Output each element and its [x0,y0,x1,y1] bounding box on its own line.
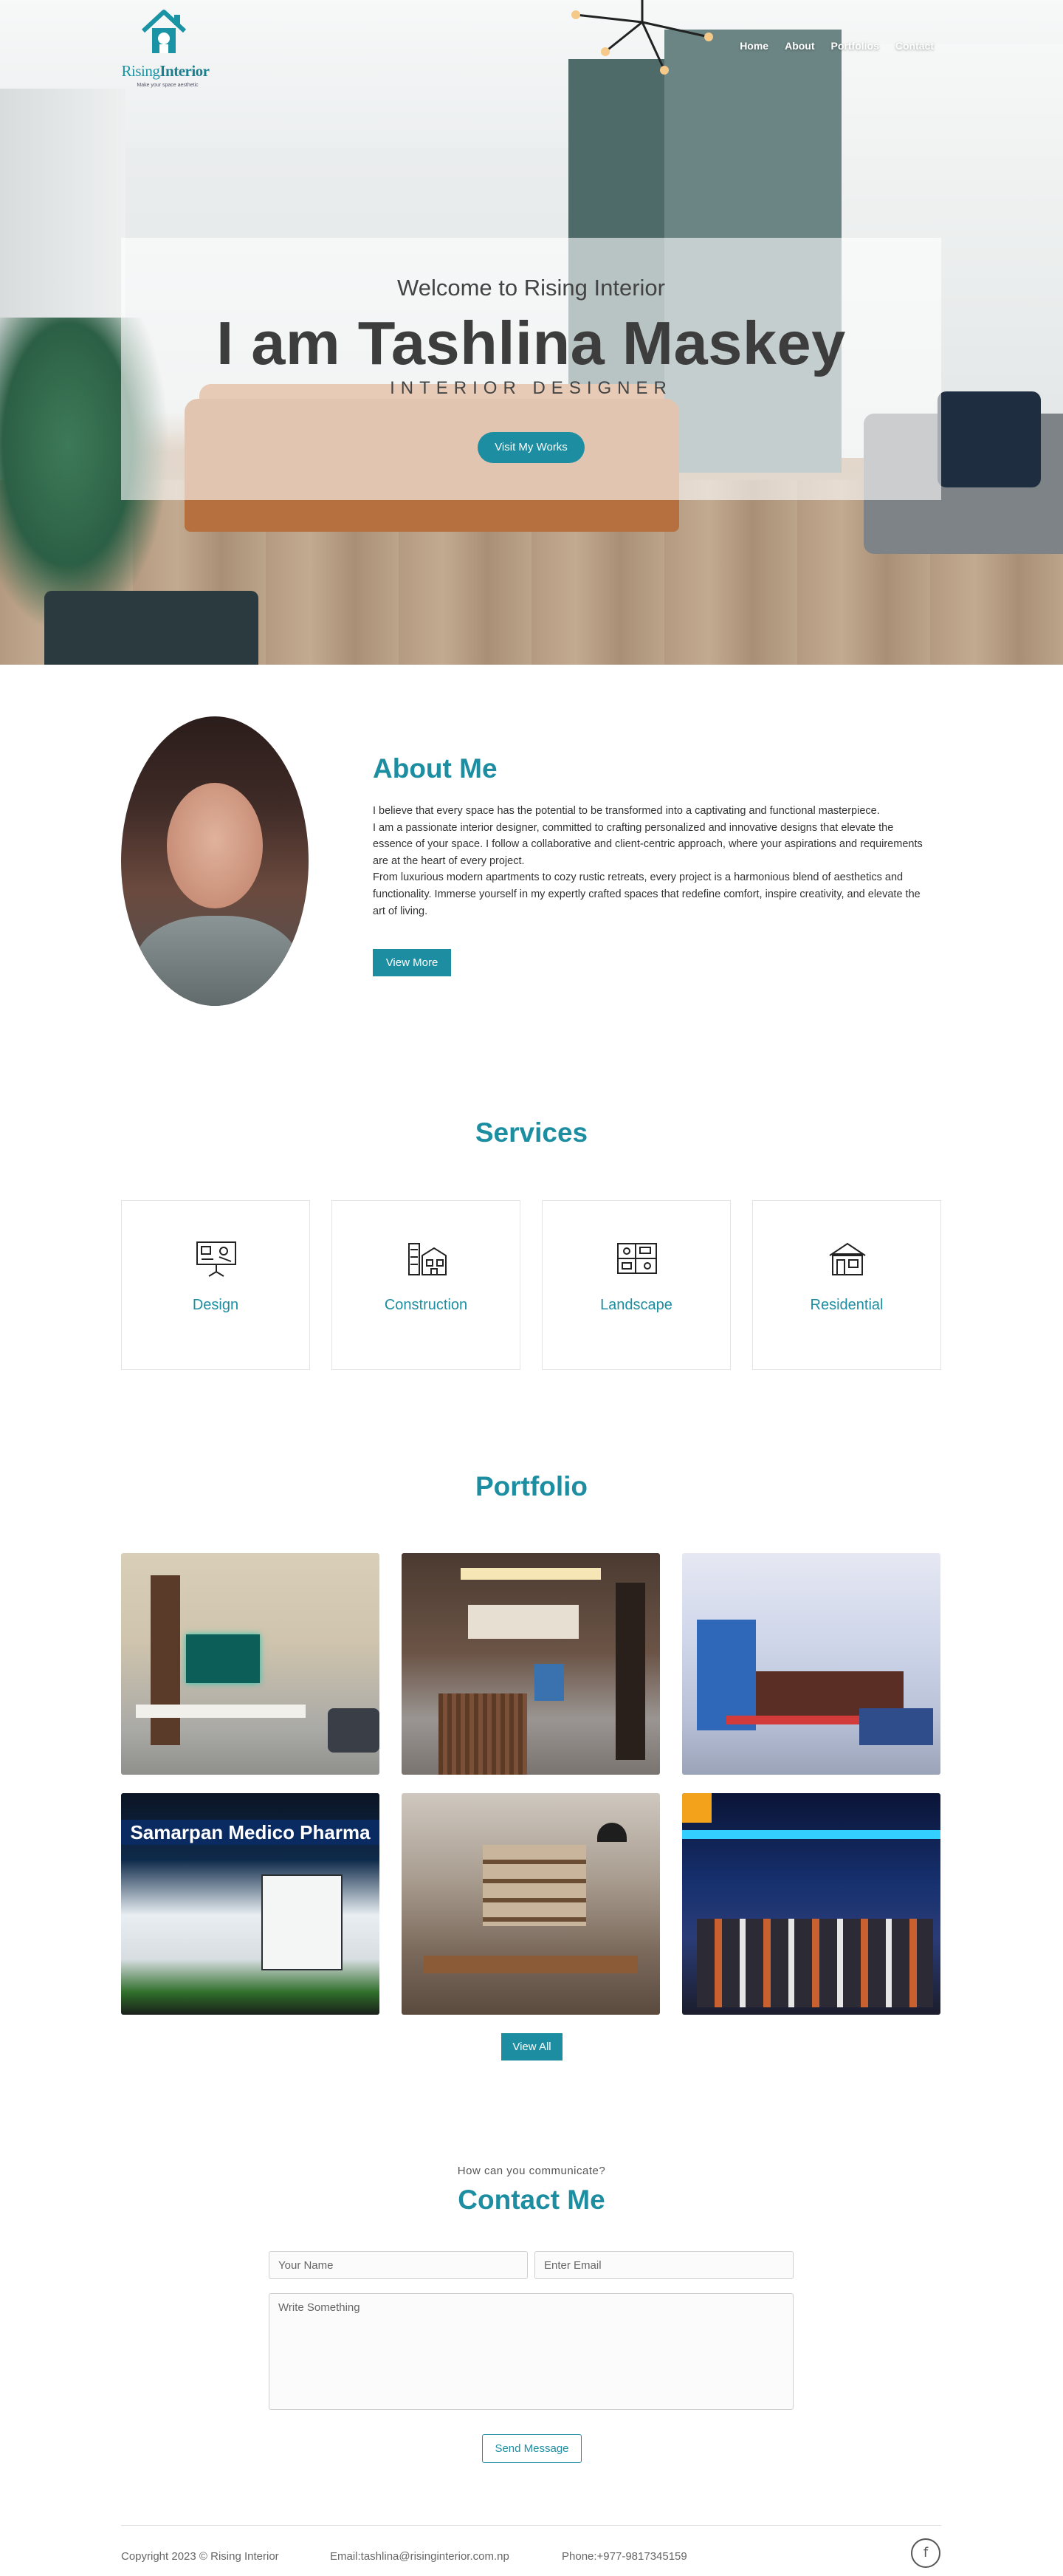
service-card-landscape[interactable]: Landscape [542,1200,731,1370]
hero-card: Welcome to Rising Interior I am Tashlina… [121,238,941,500]
logo-house-icon [141,10,187,53]
service-label: Landscape [600,1297,672,1313]
glass-door [261,1874,343,1970]
wood-panel [151,1575,180,1745]
name-input[interactable] [269,2251,528,2279]
blue-wall [697,1620,756,1730]
hero-role: INTERIOR DESIGNER [390,378,672,398]
footer: Copyright 2023 © Rising Interior Email:t… [121,2544,941,2566]
cyan-light-strip [682,1830,940,1839]
red-stripe [726,1716,867,1724]
nav-about[interactable]: About [785,40,814,52]
sofa-chair [328,1708,379,1753]
about-title: About Me [373,753,498,784]
brand-logo[interactable]: RisingInterior Make your space aesthetic [121,4,210,93]
hero-chair [44,591,258,665]
about-paragraph: I believe that every space has the poten… [373,805,880,817]
nav-home[interactable]: Home [740,40,768,52]
footer-phone: Phone:+977-9817345159 [562,2550,687,2563]
portfolio-image-event[interactable] [682,1793,940,2015]
message-textarea[interactable] [269,2293,794,2410]
service-label: Design [192,1297,239,1313]
service-label: Construction [384,1297,468,1313]
portfolio-image-tv-unit[interactable] [121,1553,379,1775]
nav-portfolios[interactable]: Portfolios [831,40,879,52]
service-card-residential[interactable]: Residential [752,1200,941,1370]
email-input[interactable] [534,2251,794,2279]
contact-subtitle: How can you communicate? [457,2165,606,2177]
brand-name: RisingInterior [121,62,210,80]
main-menu: Home About Portfolios Contact [740,40,934,52]
view-more-button[interactable]: View More [373,949,451,976]
navbar: RisingInterior Make your space aesthetic… [0,0,1063,96]
tv-console [136,1705,306,1718]
brand-wall [468,1605,579,1639]
visit-my-works-button[interactable]: Visit My Works [478,432,585,463]
orange-banner [682,1793,712,1823]
brand-tagline: Make your space aesthetic [137,83,199,88]
portfolio-image-reception[interactable] [402,1553,660,1775]
portfolio-image-pharmacy[interactable]: Samarpan Medico Pharma [121,1793,379,2015]
dark-column [616,1583,645,1760]
footer-email: Email:tashlina@risinginterior.com.np [330,2550,509,2563]
service-label: Residential [810,1297,884,1313]
page: RisingInterior Make your space aesthetic… [0,0,1063,2576]
pendant-lamp [597,1823,627,1842]
hero-section: RisingInterior Make your space aesthetic… [0,0,1063,665]
cafe-shelf [483,1845,586,1926]
hero-pillow [938,391,1041,487]
reception-desk [438,1693,527,1775]
about-text: I believe that every space has the poten… [373,803,926,919]
service-card-design[interactable]: Design [121,1200,310,1370]
portfolio-title: Portfolio [475,1471,588,1501]
portfolio-image-office[interactable] [682,1553,940,1775]
crowd [697,1919,933,2007]
hero-welcome: Welcome to Rising Interior [397,275,665,301]
landscape-plan-icon [617,1243,657,1274]
pharmacy-sign: Samarpan Medico Pharma [121,1820,379,1845]
waiting-chairs [859,1708,933,1745]
hero-name: I am Tashlina Maskey [216,309,846,377]
service-card-construction[interactable]: Construction [331,1200,520,1370]
footer-divider [121,2525,941,2526]
ceiling-light [461,1568,601,1580]
profile-scarf [136,916,298,1006]
nav-contact[interactable]: Contact [895,40,934,52]
profile-photo [121,716,309,1006]
services-title: Services [475,1117,588,1148]
construction-icon [408,1243,447,1275]
footer-copyright: Copyright 2023 © Rising Interior [121,2550,279,2563]
view-all-button[interactable]: View All [501,2033,563,2061]
facebook-icon[interactable]: f [911,2538,940,2568]
portfolio-image-cafe[interactable] [402,1793,660,2015]
design-board-icon [196,1241,236,1277]
about-paragraph: From luxurious modern apartments to cozy… [373,871,921,917]
contact-title: Contact Me [458,2185,605,2215]
profile-face [167,783,263,908]
blue-panel [534,1664,564,1701]
house-icon [829,1242,866,1275]
send-message-button[interactable]: Send Message [482,2434,582,2463]
cafe-counter [424,1956,638,1973]
tv-screen [186,1634,260,1683]
about-paragraph: I am a passionate interior designer, com… [373,821,923,867]
